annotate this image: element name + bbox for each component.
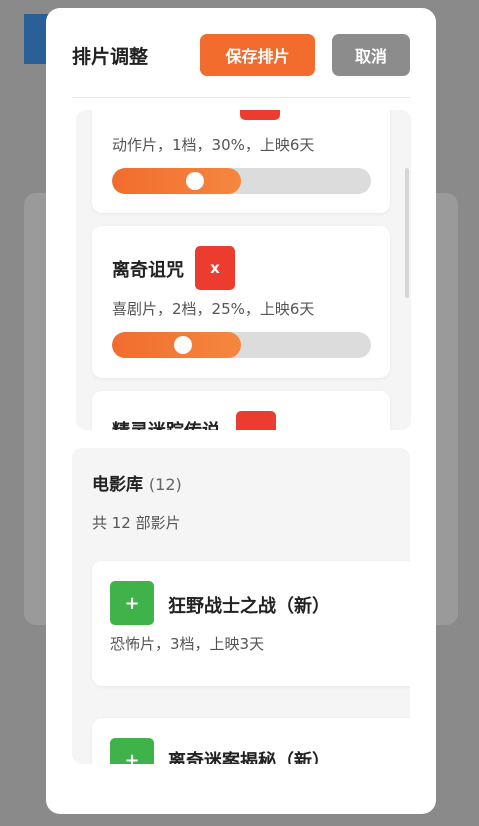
remove-movie-button[interactable] — [236, 411, 276, 430]
schedule-adjust-modal: 排片调整 保存排片 取消 动作片，1档，30%，上映6天 离奇诅咒 x 喜剧片，… — [46, 8, 436, 814]
schedule-item: 精灵迷踪传说 — [92, 391, 390, 430]
library-item-name: 狂野战士之战（新） — [168, 596, 330, 617]
library-item: + 离奇迷案揭秘（新） — [92, 718, 410, 764]
share-slider-thumb[interactable] — [186, 172, 204, 190]
library-title: 电影库 (12) — [92, 470, 182, 495]
schedule-item-info: 动作片，1档，30%，上映6天 — [112, 136, 315, 154]
schedule-list[interactable]: 动作片，1档，30%，上映6天 离奇诅咒 x 喜剧片，2档，25%，上映6天 精… — [76, 110, 411, 430]
remove-movie-button[interactable] — [240, 110, 280, 120]
header-divider — [72, 97, 410, 98]
library-item: + 狂野战士之战（新） 恐怖片，3档，上映3天 — [92, 561, 410, 686]
add-movie-button[interactable]: + — [110, 581, 154, 625]
library-subtitle: 共 12 部影片 — [92, 514, 181, 532]
add-movie-button[interactable]: + — [110, 738, 154, 764]
schedule-item-title: 离奇诅咒 — [112, 260, 184, 281]
library-title-text: 电影库 — [92, 475, 143, 495]
schedule-item: 动作片，1档，30%，上映6天 — [92, 110, 390, 213]
library-item-info: 恐怖片，3档，上映3天 — [110, 635, 265, 653]
remove-movie-button[interactable]: x — [195, 246, 235, 290]
share-slider-fill — [112, 168, 241, 194]
movie-library: 电影库 (12) 共 12 部影片 + 狂野战士之战（新） 恐怖片，3档，上映3… — [72, 448, 410, 764]
schedule-item-info: 喜剧片，2档，25%，上映6天 — [112, 300, 315, 318]
schedule-item: 离奇诅咒 x 喜剧片，2档，25%，上映6天 — [92, 226, 390, 378]
share-slider[interactable] — [112, 332, 371, 358]
modal-title: 排片调整 — [72, 46, 149, 68]
library-item-name: 离奇迷案揭秘（新） — [168, 751, 330, 764]
library-count: (12) — [148, 475, 182, 494]
modal-header: 排片调整 保存排片 取消 — [46, 8, 436, 98]
schedule-item-title: 精灵迷踪传说 — [112, 417, 220, 430]
save-schedule-button[interactable]: 保存排片 — [200, 34, 315, 76]
cancel-button[interactable]: 取消 — [332, 34, 410, 76]
share-slider[interactable] — [112, 168, 371, 194]
share-slider-thumb[interactable] — [174, 336, 192, 354]
schedule-scrollbar[interactable] — [405, 168, 409, 298]
